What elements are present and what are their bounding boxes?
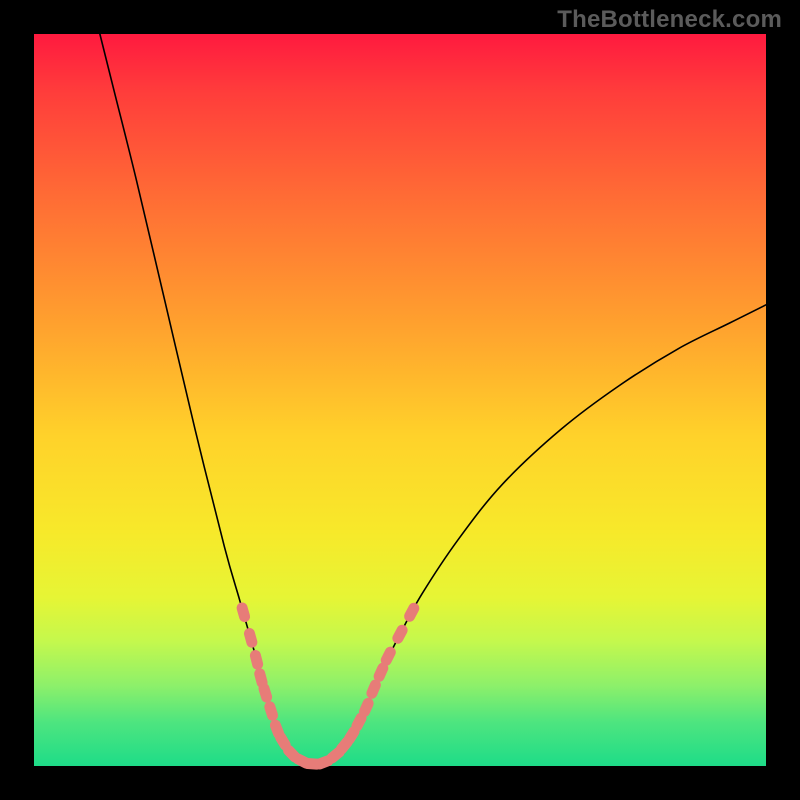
curve-line [100,34,766,764]
marker [402,601,421,624]
marker [249,649,265,671]
marker [243,627,259,649]
plot-area [34,34,766,766]
chart-frame: TheBottleneck.com [0,0,800,800]
marker [263,700,280,722]
markers-group [235,601,421,771]
marker [235,601,251,623]
attribution-label: TheBottleneck.com [557,6,782,34]
marker [390,623,409,646]
chart-svg [34,34,766,766]
